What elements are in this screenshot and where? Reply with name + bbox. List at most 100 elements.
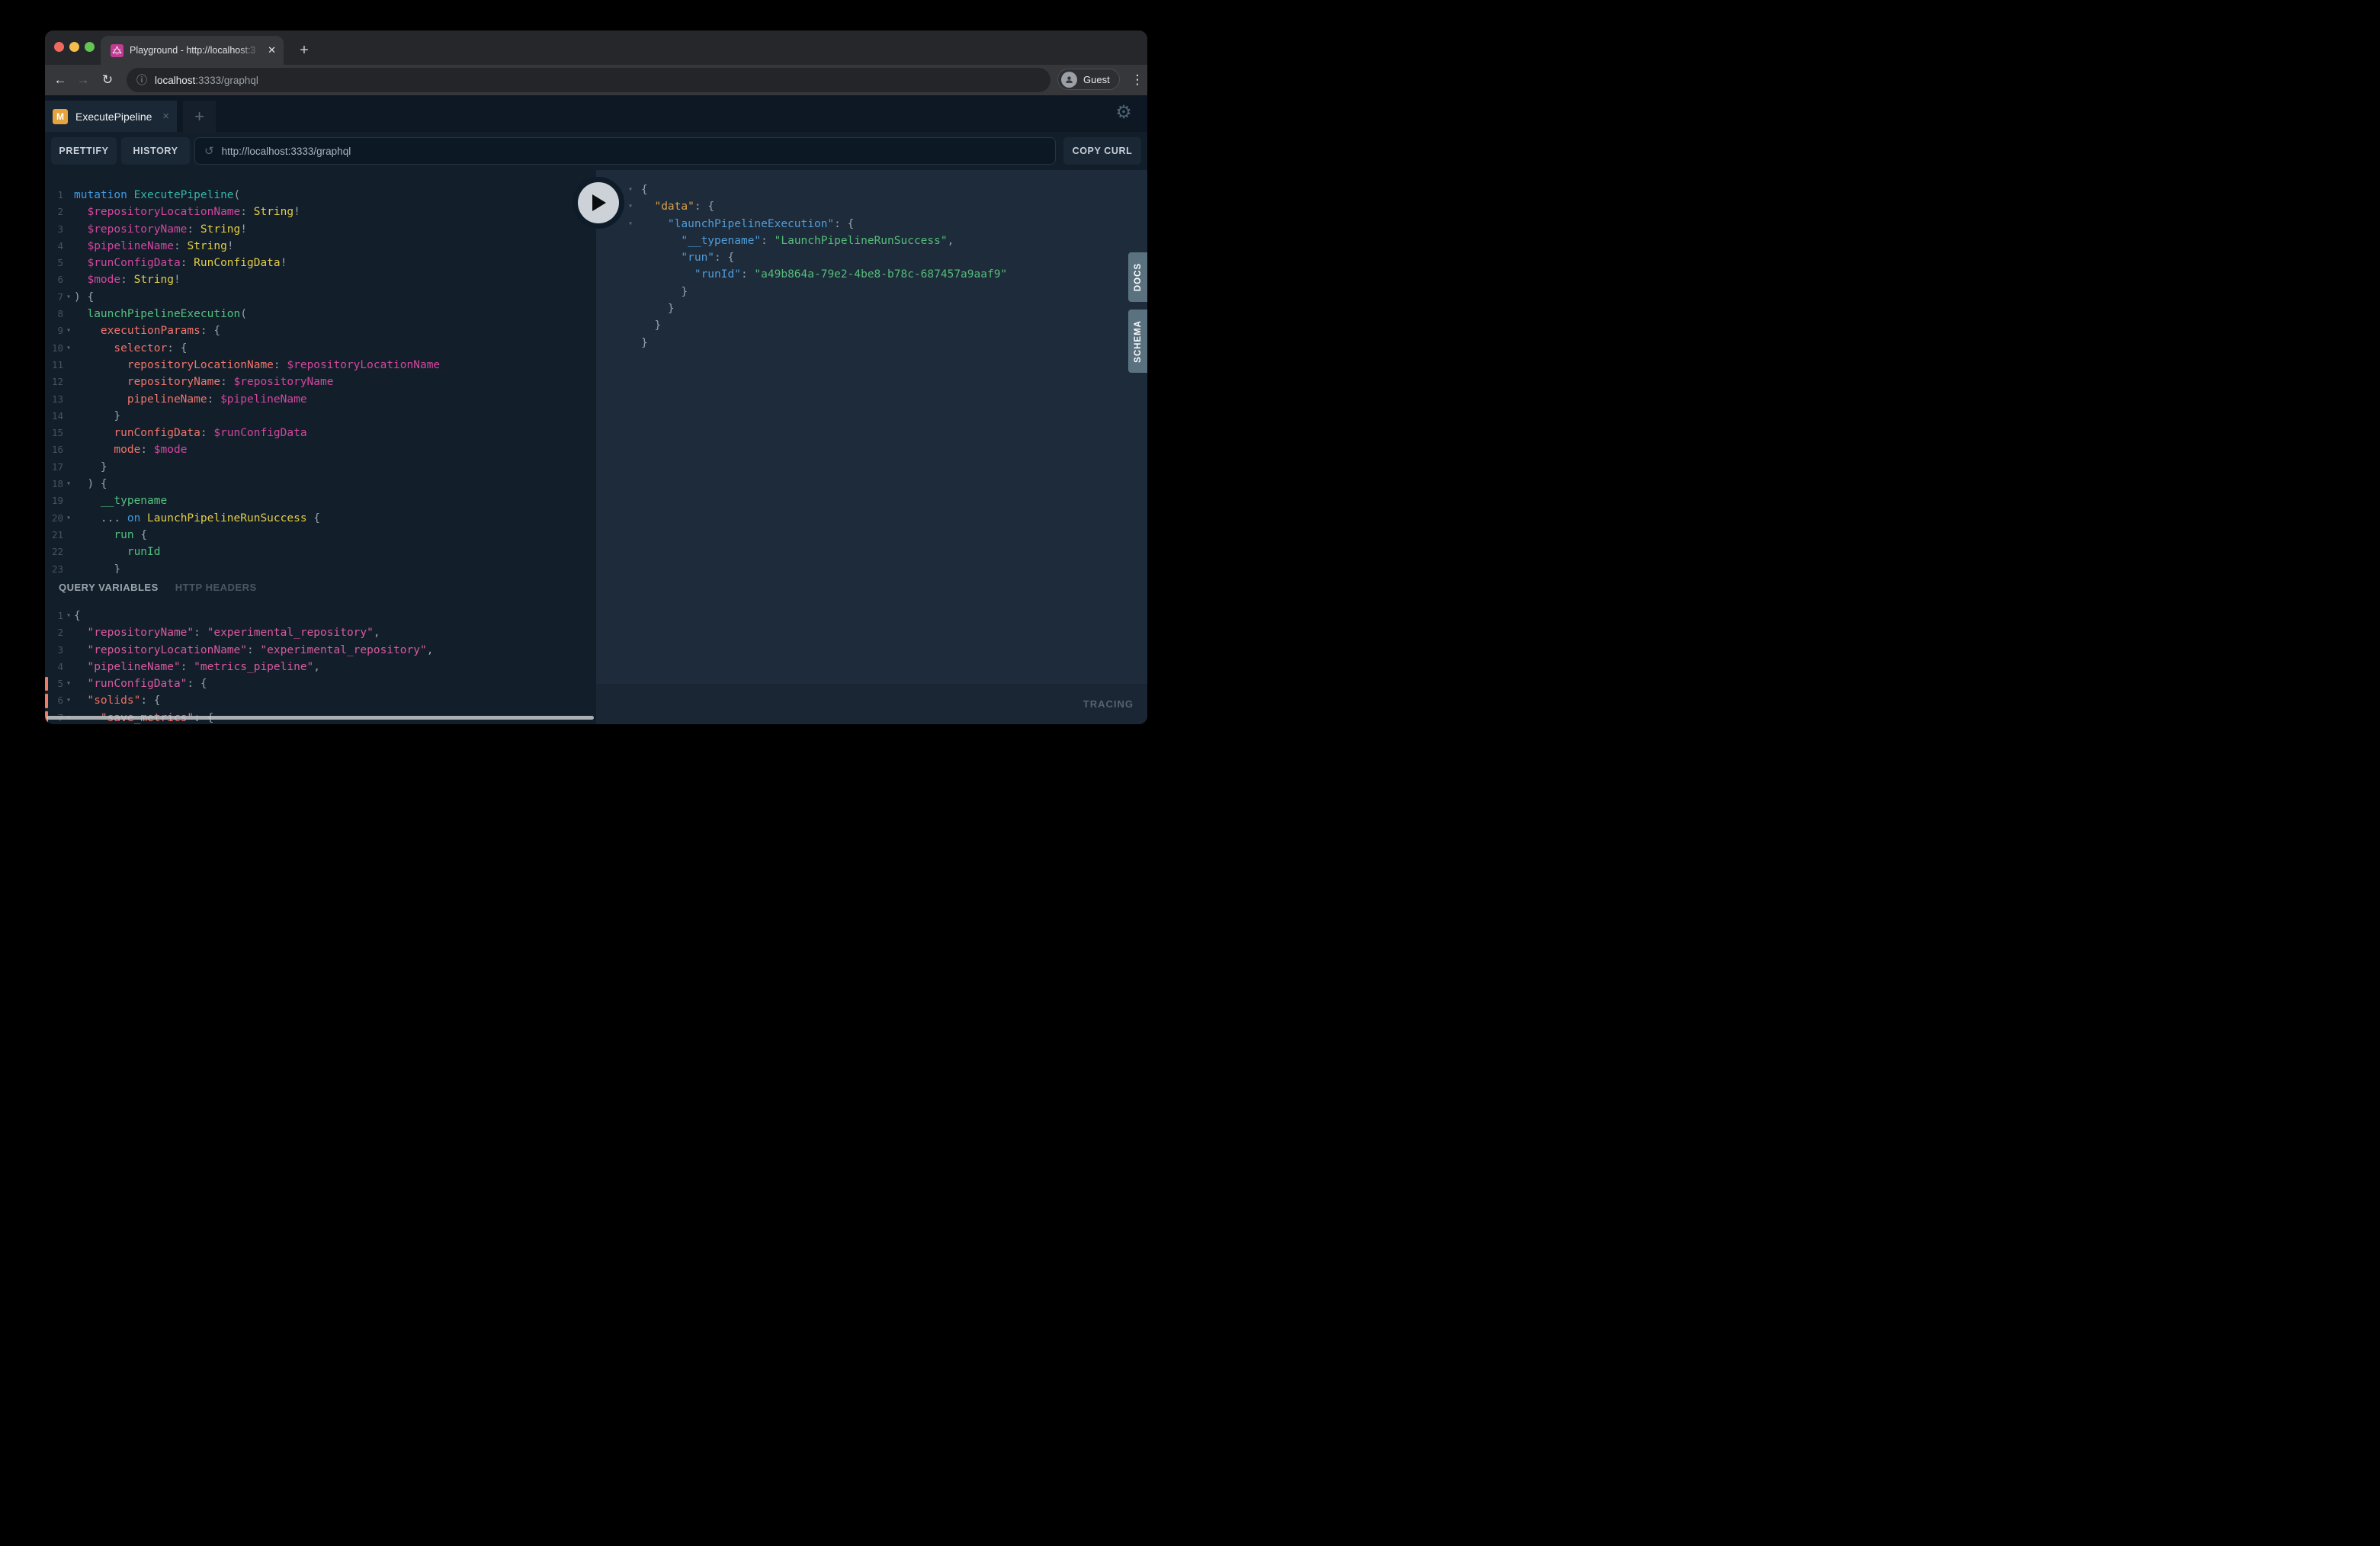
fold-spacer [63, 642, 74, 659]
fold-spacer [63, 459, 74, 476]
response-viewer: ▾{▾ "data": {▾ "launchPipelineExecution"… [596, 170, 1147, 351]
fold-spacer [63, 391, 74, 408]
code-text: "pipelineName": "metrics_pipeline", [74, 659, 320, 675]
code-line: 2 "repositoryName": "experimental_reposi… [45, 624, 596, 641]
gutter-change-marker [45, 694, 48, 707]
tracing-label: TRACING [1083, 698, 1134, 710]
response-pane: ▾{▾ "data": {▾ "launchPipelineExecution"… [596, 170, 1147, 724]
endpoint-input[interactable]: ↺ http://localhost:3333/graphql [194, 137, 1056, 165]
code-text: "data": { [641, 198, 714, 215]
session-tab-close-icon[interactable]: × [162, 110, 169, 123]
copy-curl-button[interactable]: COPY CURL [1063, 137, 1141, 165]
schema-side-tab[interactable]: SCHEMA [1128, 310, 1147, 373]
url-path: :3333/graphql [195, 75, 258, 86]
code-line: 16 mode: $mode [45, 441, 596, 458]
playground-new-tab-button[interactable]: + [183, 101, 216, 132]
code-text: "launchPipelineExecution": { [641, 216, 854, 233]
fold-spacer [63, 204, 74, 220]
tab-query-variables[interactable]: QUERY VARIABLES [59, 582, 159, 593]
fold-arrow-icon[interactable]: ▾ [63, 476, 74, 492]
code-text: $mode: String! [74, 271, 181, 288]
fold-arrow-icon[interactable]: ▾ [63, 692, 74, 709]
fold-spacer [63, 357, 74, 374]
fold-spacer [63, 659, 74, 675]
browser-menu-icon[interactable]: ⋮ [1130, 71, 1145, 89]
line-number: 8 [45, 306, 63, 322]
fold-spacer [63, 527, 74, 544]
code-text: runId [74, 544, 161, 560]
line-number: 12 [45, 374, 63, 390]
code-text: run { [74, 527, 147, 544]
history-button[interactable]: HISTORY [121, 137, 190, 165]
fold-spacer [63, 187, 74, 204]
code-line: 15 runConfigData: $runConfigData [45, 425, 596, 441]
fold-arrow-icon[interactable]: ▾ [63, 608, 74, 624]
code-text: $repositoryLocationName: String! [74, 204, 300, 220]
traffic-light-zoom[interactable] [85, 42, 95, 52]
back-icon[interactable]: ← [51, 72, 69, 88]
prettify-button[interactable]: PRETTIFY [51, 137, 117, 165]
play-icon [578, 182, 619, 223]
code-line: 1▾{ [45, 608, 596, 624]
fold-arrow-icon[interactable]: ▾ [628, 181, 641, 198]
query-editor[interactable]: 1mutation ExecutePipeline(2 $repositoryL… [45, 170, 596, 573]
fold-arrow-icon[interactable]: ▾ [63, 322, 74, 339]
code-text: "repositoryLocationName": "experimental_… [74, 642, 433, 659]
code-line: 18▾ ) { [45, 476, 596, 492]
reload-icon[interactable]: ↻ [98, 72, 117, 88]
code-text: pipelineName: $pipelineName [74, 391, 307, 408]
line-number: 1 [45, 187, 63, 204]
fold-arrow-icon[interactable]: ▾ [628, 198, 641, 215]
code-text: executionParams: { [74, 322, 220, 339]
fold-arrow-icon[interactable]: ▾ [63, 510, 74, 527]
response-row: ▾ "data": { [628, 198, 1147, 215]
line-number: 14 [45, 408, 63, 425]
traffic-light-close[interactable] [54, 42, 64, 52]
fold-arrow-icon[interactable]: ▾ [628, 216, 641, 233]
variables-editor[interactable]: 1▾{2 "repositoryName": "experimental_rep… [45, 601, 596, 724]
code-line: 23 } [45, 561, 596, 573]
endpoint-history-icon: ↺ [204, 144, 214, 158]
avatar-icon [1061, 72, 1077, 88]
page-info-icon[interactable]: ⓘ [136, 72, 147, 88]
settings-gear-icon[interactable]: ⚙ [1112, 100, 1135, 124]
fold-spacer [628, 233, 641, 249]
code-text: } [74, 459, 107, 476]
code-text: $repositoryName: String! [74, 221, 247, 238]
code-text: } [641, 335, 648, 351]
code-line: 7▾) { [45, 289, 596, 306]
fold-spacer [63, 425, 74, 441]
traffic-light-minimize[interactable] [69, 42, 79, 52]
tracing-bar[interactable]: TRACING [596, 684, 1147, 724]
code-line: 5 $runConfigData: RunConfigData! [45, 255, 596, 271]
code-text: mode: $mode [74, 441, 187, 458]
fold-arrow-icon[interactable]: ▾ [63, 675, 74, 692]
line-number: 19 [45, 492, 63, 509]
line-number: 9 [45, 322, 63, 339]
line-number: 2 [45, 204, 63, 220]
fold-spacer [63, 374, 74, 390]
browser-new-tab-button[interactable]: + [294, 40, 314, 60]
code-line: 21 run { [45, 527, 596, 544]
fold-spacer [628, 335, 641, 351]
session-tab-title: ExecutePipeline [75, 111, 162, 123]
execute-button[interactable] [573, 177, 624, 229]
playground-session-tab[interactable]: M ExecutePipeline × [45, 101, 177, 132]
fold-arrow-icon[interactable]: ▾ [63, 340, 74, 357]
code-line: 6▾ "solids": { [45, 692, 596, 709]
profile-chip[interactable]: Guest [1057, 69, 1120, 90]
line-number: 4 [45, 238, 63, 255]
code-text: $pipelineName: String! [74, 238, 234, 255]
browser-tab[interactable]: Playground - http://localhost:3 ✕ [101, 36, 284, 65]
url-host: localhost [155, 75, 195, 86]
fold-arrow-icon[interactable]: ▾ [63, 289, 74, 306]
horizontal-scrollbar[interactable] [47, 716, 594, 720]
docs-side-tab[interactable]: DOCS [1128, 252, 1147, 302]
tab-http-headers[interactable]: HTTP HEADERS [175, 582, 257, 593]
url-bar[interactable]: ⓘ localhost:3333/graphql [127, 68, 1050, 92]
browser-tab-close-icon[interactable]: ✕ [268, 44, 276, 56]
forward-icon[interactable]: → [74, 72, 92, 88]
line-number: 13 [45, 391, 63, 408]
code-text: { [74, 608, 81, 624]
code-line: 17 } [45, 459, 596, 476]
